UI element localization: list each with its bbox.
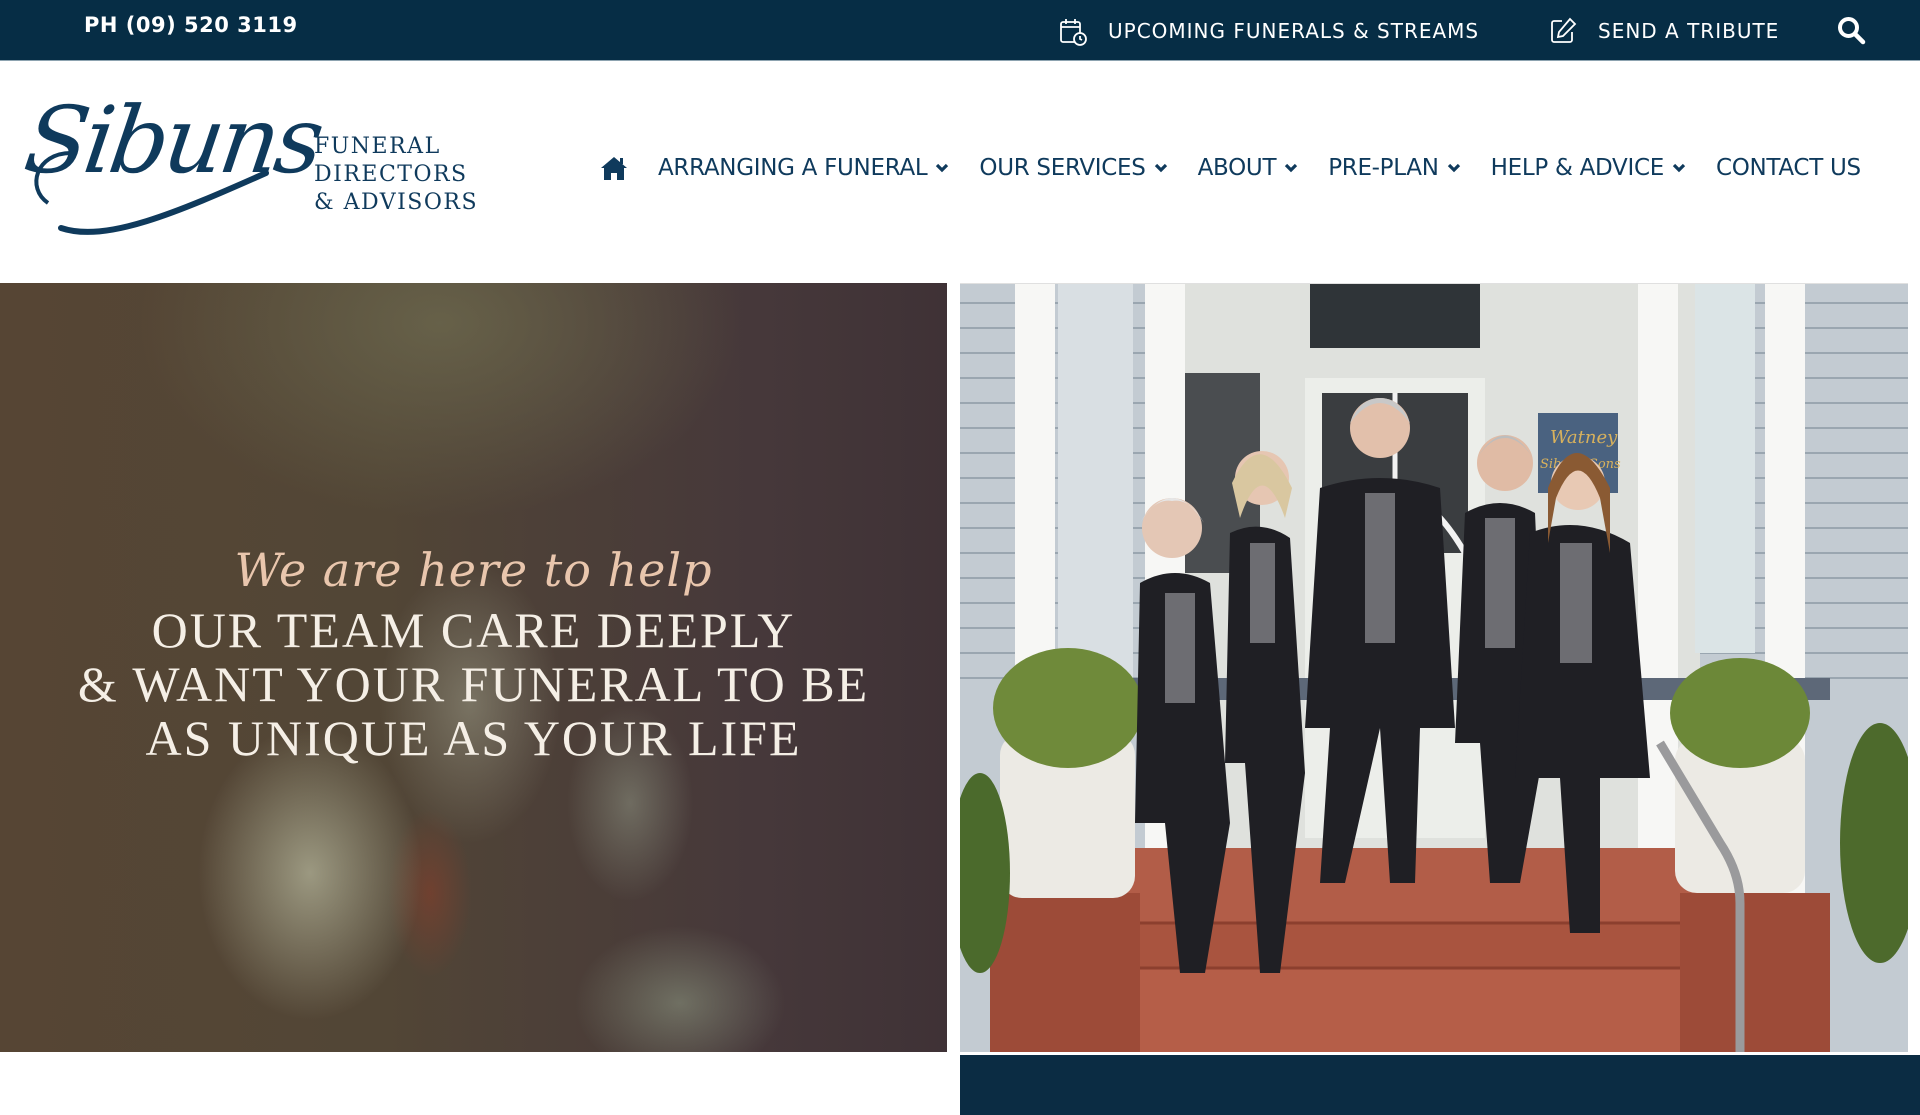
- tagline-line: & ADVISORS: [314, 190, 479, 215]
- nav-label: CONTACT US: [1715, 155, 1861, 181]
- tagline-line: DIRECTORS: [314, 162, 468, 187]
- nav-our-services[interactable]: OUR SERVICES: [979, 155, 1167, 181]
- sibuns-logo[interactable]: Sibuns: [18, 87, 327, 243]
- hero-heading-line: & WANT YOUR FUNERAL TO BE: [77, 656, 870, 712]
- nav-pre-plan[interactable]: PRE-PLAN: [1328, 155, 1460, 181]
- chevron-down-icon: [1154, 163, 1167, 173]
- team-photo-illustration: Watney Sibuns Sons: [960, 283, 1908, 1052]
- sign-text: Watney: [1550, 427, 1618, 448]
- edit-icon: [1551, 17, 1577, 43]
- tagline-line: FUNERAL: [314, 134, 441, 159]
- send-tribute-label: SEND A TRIBUTE: [1598, 19, 1780, 43]
- nav-label: ABOUT: [1197, 155, 1277, 181]
- search-icon[interactable]: [1836, 15, 1866, 45]
- hero-script-tagline: We are here to help: [234, 543, 713, 597]
- chevron-down-icon: [1285, 163, 1298, 173]
- home-icon[interactable]: [600, 155, 628, 181]
- phone-number[interactable]: PH (09) 520 3119: [84, 13, 298, 37]
- nav-label: PRE-PLAN: [1328, 155, 1439, 181]
- nav-arranging-a-funeral[interactable]: ARRANGING A FUNERAL: [658, 155, 949, 181]
- main-nav: ARRANGING A FUNERAL OUR SERVICES ABOUT P…: [600, 155, 1861, 181]
- content-section-dark-block: [960, 1055, 1920, 1115]
- nav-label: OUR SERVICES: [979, 155, 1146, 181]
- team-photo: Watney Sibuns Sons: [960, 283, 1908, 1052]
- upcoming-funerals-link[interactable]: UPCOMING FUNERALS & STREAMS: [1058, 16, 1479, 46]
- nav-about[interactable]: ABOUT: [1198, 155, 1299, 181]
- site-header: Sibuns FUNERAL DIRECTORS & ADVISORS ARRA…: [0, 61, 1920, 283]
- hero-heading-line: OUR TEAM CARE DEEPLY: [151, 602, 796, 658]
- chevron-down-icon: [936, 163, 949, 173]
- nav-label: ARRANGING A FUNERAL: [658, 155, 928, 181]
- nav-help-and-advice[interactable]: HELP & ADVICE: [1491, 155, 1686, 181]
- calendar-clock-icon: [1060, 19, 1087, 46]
- chevron-down-icon: [1672, 163, 1686, 173]
- logo-wordmark: Sibuns: [18, 87, 327, 194]
- hero-heading-line: AS UNIQUE AS YOUR LIFE: [145, 710, 802, 766]
- hero-message-panel: We are here to help OUR TEAM CARE DEEPLY…: [0, 283, 947, 1052]
- logo-tagline: FUNERAL DIRECTORS & ADVISORS: [314, 133, 478, 217]
- nav-label: HELP & ADVICE: [1490, 155, 1665, 181]
- nav-contact-us[interactable]: CONTACT US: [1716, 155, 1861, 181]
- chevron-down-icon: [1447, 163, 1460, 173]
- send-tribute-link[interactable]: SEND A TRIBUTE: [1548, 16, 1779, 46]
- hero-heading: OUR TEAM CARE DEEPLY & WANT YOUR FUNERAL…: [0, 603, 947, 765]
- upcoming-funerals-label: UPCOMING FUNERALS & STREAMS: [1108, 19, 1480, 43]
- top-utility-bar: PH (09) 520 3119 UPCOMING FUNERALS & STR…: [0, 0, 1920, 61]
